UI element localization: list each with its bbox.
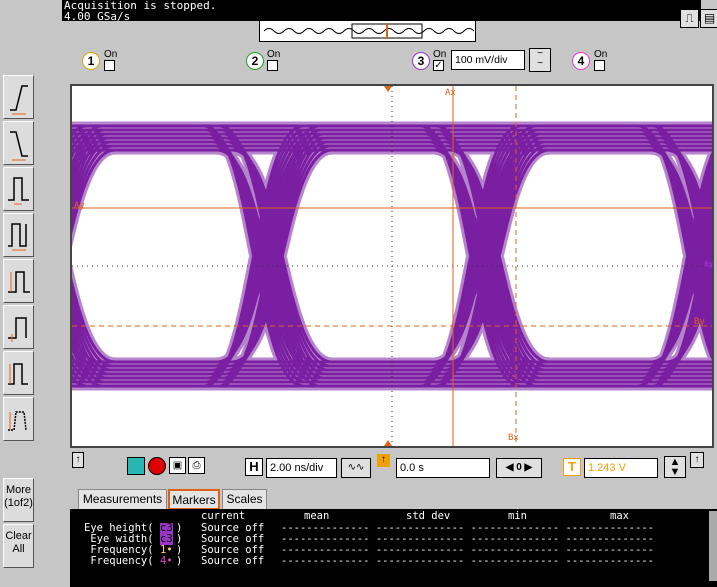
fall-time-button[interactable] [3, 397, 34, 441]
fall-time-icon [8, 411, 27, 431]
marker-bx-label: Bx [508, 433, 519, 443]
quick-measure-icon[interactable]: ▤ [700, 9, 717, 28]
trigger-rising-edge-button[interactable] [3, 75, 34, 119]
header-min: min [508, 510, 527, 522]
channel-2-on-label: On [267, 49, 281, 60]
timebase-scale-field[interactable]: 2.00 ns/div [266, 458, 337, 478]
tab-measurements[interactable]: Measurements [78, 489, 167, 510]
channel-2-checkbox[interactable] [267, 60, 278, 71]
time-position-controls[interactable]: ◀ 0 ▶ [496, 458, 542, 478]
trigger-top-arrow [384, 86, 392, 92]
scroll-up-icon[interactable]: ↑ [72, 452, 84, 468]
channel-3-scale-field[interactable]: 100 mV/div [451, 50, 525, 70]
pulse-mode-icon[interactable]: ⎍ [680, 9, 699, 28]
channel-4-button[interactable]: 4 [572, 52, 590, 70]
overshoot-button[interactable] [3, 305, 34, 349]
channel-1-button[interactable]: 1 [82, 52, 100, 70]
measurement-panel: current mean std dev min max Eye height(… [70, 509, 717, 587]
trigger-position-icon: ↑ [377, 454, 390, 467]
eye-diagram [72, 86, 712, 446]
time-position-field[interactable]: 0.0 s [396, 458, 490, 478]
trigger-falling-edge-button[interactable] [3, 121, 34, 165]
marker-ax-label: Ax [445, 88, 456, 98]
rising-edge-icon [10, 85, 28, 115]
channel-3-button[interactable]: 3 [412, 52, 430, 70]
channel-1-checkbox[interactable] [104, 60, 115, 71]
rise-time-button[interactable] [3, 351, 34, 395]
pulse-width-icon [8, 177, 29, 205]
rise-time-icon [8, 363, 28, 385]
acquisition-status-area: Acquisition is stopped. 4.00 GSa/s [62, 0, 701, 23]
header-std-dev: std dev [406, 510, 451, 522]
sample-rate: 4.00 GSa/s [64, 10, 131, 23]
save-icon[interactable]: ▣ [169, 457, 186, 474]
more-button[interactable]: More (1of2) [3, 478, 34, 522]
trigger-button[interactable]: T [563, 458, 581, 476]
waveform-overview[interactable] [259, 20, 476, 42]
horizontal-button[interactable]: H [245, 458, 263, 476]
channel-3-ground-marker: ⇆ [704, 259, 714, 271]
tab-markers[interactable]: Markers [168, 489, 220, 510]
trigger-level-field[interactable]: 1.243 V [584, 458, 658, 478]
period-icon [8, 223, 27, 251]
channel-3-scale-stepper[interactable]: ~ ~ [529, 48, 551, 72]
channel-3-checkbox[interactable]: ✓ [433, 60, 444, 71]
trigger-up-icon[interactable]: ↑ [690, 452, 704, 468]
run-icon[interactable] [127, 457, 145, 475]
overshoot-icon [8, 317, 27, 342]
stop-icon[interactable] [148, 457, 166, 475]
header-current: current [201, 510, 246, 522]
amplitude-button[interactable] [3, 259, 34, 303]
header-mean: mean [304, 510, 330, 522]
print-icon[interactable]: ⎙ [188, 457, 205, 474]
pulse-width-button[interactable] [3, 167, 34, 211]
measurement-name: Frequency( [84, 555, 154, 567]
trigger-bottom-arrow [384, 440, 392, 446]
measurement-scrollbar[interactable] [709, 511, 717, 581]
waveform-overview-graphic [263, 23, 475, 39]
channel-3-on-label: On [433, 49, 447, 60]
falling-edge-icon [10, 131, 28, 161]
waveform-display[interactable]: Ax Ay Bx By [70, 84, 714, 448]
measurement-current: Source off [201, 555, 265, 567]
amplitude-icon [8, 271, 30, 293]
measurement-source: 4• [160, 555, 173, 567]
tab-scales[interactable]: Scales [222, 489, 267, 510]
measurement-tail: ) [176, 555, 183, 567]
channel-1-on-label: On [104, 49, 118, 60]
period-button[interactable] [3, 213, 34, 257]
marker-ay-label: Ay [74, 201, 85, 211]
marker-by-label: By [694, 317, 705, 327]
measurement-stats: -------------- -------------- ----------… [281, 555, 654, 567]
timebase-stepper[interactable]: ∿∿ [341, 458, 371, 478]
channel-4-checkbox[interactable] [594, 60, 605, 71]
clear-all-button[interactable]: Clear All [3, 524, 34, 568]
channel-4-on-label: On [594, 49, 608, 60]
header-max: max [610, 510, 629, 522]
trigger-level-stepper[interactable]: ▲ ▼ [664, 456, 686, 478]
channel-2-button[interactable]: 2 [246, 52, 264, 70]
